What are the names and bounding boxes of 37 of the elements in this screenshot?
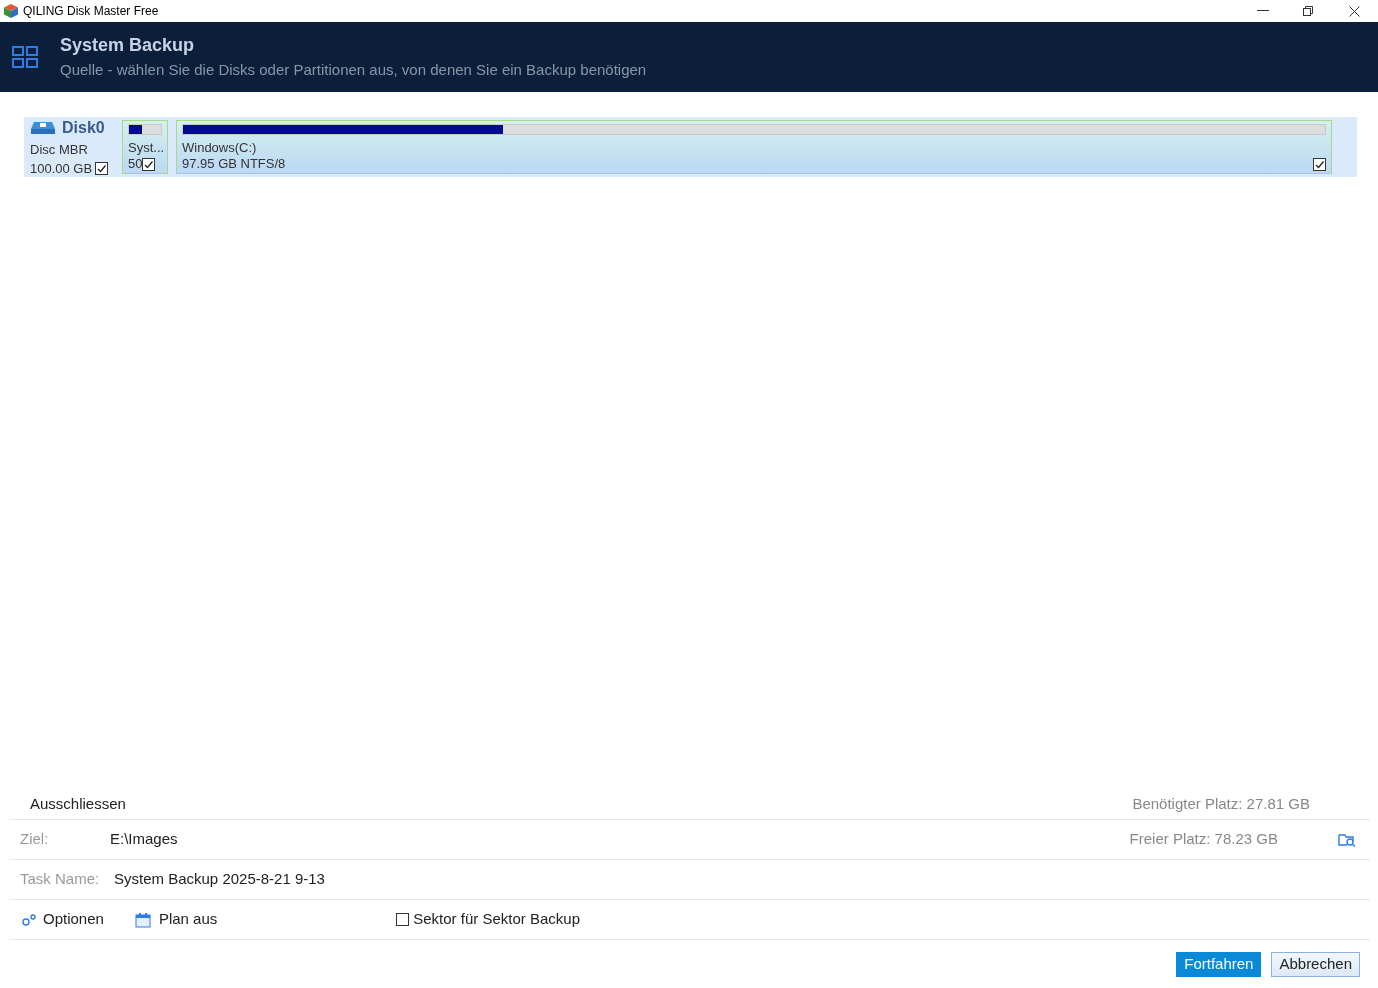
page-title: System Backup [60, 34, 196, 58]
cancel-button[interactable]: Abbrechen [1271, 951, 1360, 977]
exclude-link[interactable]: Ausschliessen [30, 793, 126, 816]
options-link[interactable]: Optionen [43, 908, 104, 931]
restore-icon[interactable] [1303, 6, 1313, 16]
close-icon[interactable] [1349, 5, 1360, 17]
disk-icon [30, 120, 56, 135]
page-subtitle: Quelle - wählen Sie die Disks oder Partitionen aus, von denen Sie ein Backup benötigen [60, 60, 647, 81]
disk-name: Disk0 [62, 117, 105, 138]
minimize-icon[interactable] [1257, 10, 1269, 12]
partition-label: Syst... [128, 140, 162, 156]
partition-size: 50 [128, 156, 143, 172]
partition-checkbox[interactable] [142, 157, 156, 171]
disk-size: 100.00 GB [30, 160, 93, 178]
sector-checkbox[interactable] [396, 913, 410, 926]
disk-info[interactable]: Disk0 Disc MBR 100.00 GB [30, 115, 120, 179]
task-name-label: Task Name: [20, 869, 101, 890]
free-space: Freier Platz: 78.23 GB [1129, 829, 1278, 850]
sector-label: Sektor für Sektor Backup [413, 909, 580, 930]
partition-card[interactable]: Syst... 50 [122, 120, 168, 174]
window-title: QILING Disk Master Free [23, 3, 159, 20]
required-space: Benötigter Platz: 27.81 GB [1132, 794, 1310, 815]
partition-card[interactable]: Windows(C:) 97.95 GB NTFS/8 [176, 120, 1332, 174]
app-logo-icon [3, 3, 19, 19]
disk-checkbox[interactable] [95, 162, 109, 176]
target-label: Ziel: [20, 829, 50, 850]
grid-icon [12, 46, 38, 68]
browse-icon[interactable] [1338, 832, 1356, 847]
disk-type: Disc MBR [30, 140, 89, 159]
calendar-icon [134, 911, 151, 928]
partition-label: Windows(C:) [182, 140, 258, 156]
target-path: E:\Images [110, 829, 178, 850]
task-name-value[interactable]: System Backup 2025-8-21 9-13 [114, 868, 325, 891]
continue-button[interactable]: Fortfahren [1176, 951, 1262, 977]
partition-checkbox[interactable] [1313, 157, 1326, 171]
plan-link[interactable]: Plan aus [158, 908, 218, 931]
partition-size: 97.95 GB NTFS/8 [182, 156, 286, 172]
